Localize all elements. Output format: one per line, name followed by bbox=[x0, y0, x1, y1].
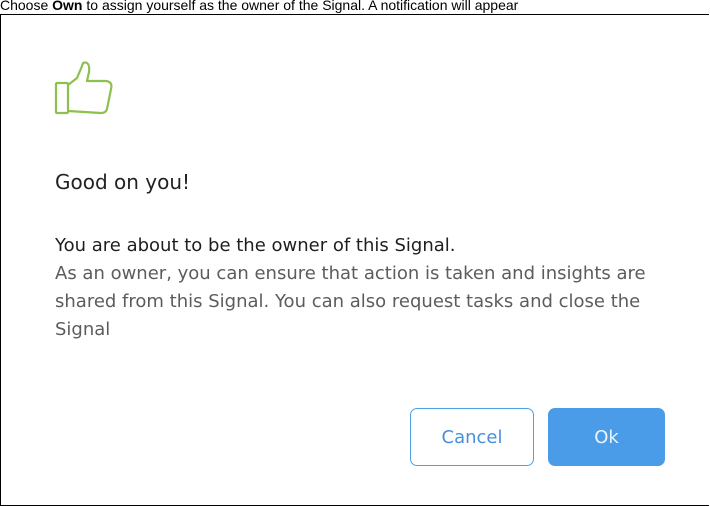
dialog-description: As an owner, you can ensure that action … bbox=[55, 263, 646, 340]
instruction-prefix: Choose bbox=[0, 0, 53, 13]
dialog-body: You are about to be the owner of this Si… bbox=[55, 232, 695, 344]
thumbs-up-icon bbox=[53, 57, 119, 117]
cancel-button[interactable]: Cancel bbox=[410, 408, 534, 466]
instruction-suffix: to assign yourself as the owner of the S… bbox=[82, 0, 519, 13]
instruction-text: Choose Own to assign yourself as the own… bbox=[0, 0, 710, 15]
dialog-title: Good on you! bbox=[55, 170, 191, 194]
ok-button[interactable]: Ok bbox=[548, 408, 665, 466]
instruction-bold: Own bbox=[52, 0, 83, 13]
confirm-dialog: Good on you! You are about to be the own… bbox=[0, 14, 709, 506]
dialog-lead-text: You are about to be the owner of this Si… bbox=[55, 235, 456, 256]
